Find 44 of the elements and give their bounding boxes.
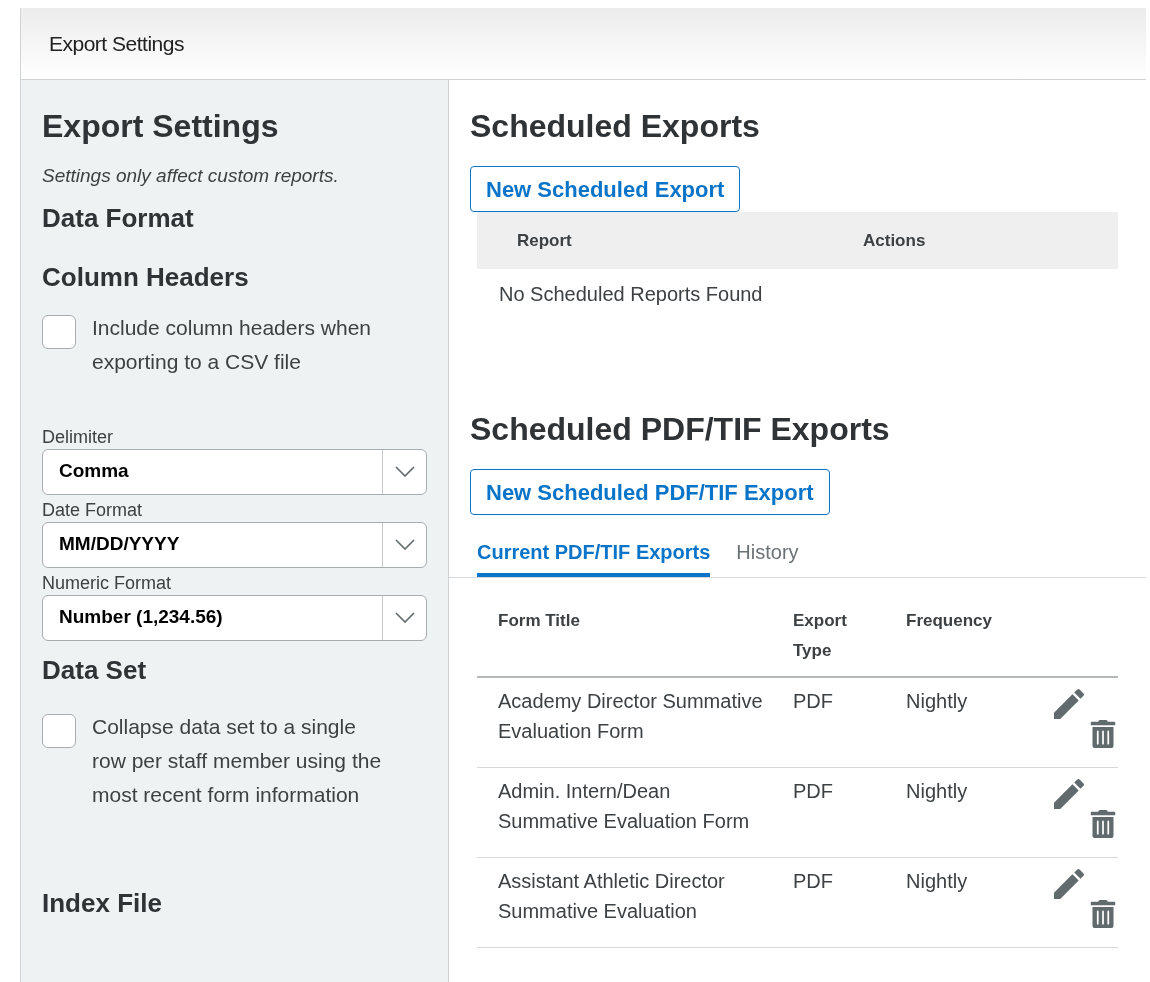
table-cell-text: Admin. Intern/Dean Summative Evaluation Form xyxy=(497,779,751,834)
table-cell-text: Academy Director Summative Evaluation Form xyxy=(497,689,764,744)
chevron-down-icon xyxy=(394,466,415,477)
section-heading: Column Headers xyxy=(42,260,250,294)
table-cell-text: Nightly xyxy=(906,869,969,894)
trash-icon[interactable] xyxy=(1089,720,1117,748)
column-header: Form Title xyxy=(497,610,581,632)
empty-message: No Scheduled Reports Found xyxy=(499,282,764,307)
field-label: Numeric Format xyxy=(42,571,172,595)
field-label: Delimiter xyxy=(42,425,114,449)
column-header: Actions xyxy=(863,229,926,252)
header-title: Export Settings xyxy=(49,30,184,57)
panel-title: Export Settings xyxy=(42,107,280,146)
section-title: Scheduled PDF/TIF Exports xyxy=(470,410,890,449)
select-field[interactable]: Number (1,234.56) xyxy=(42,594,427,641)
new-pdf-export-button[interactable]: New Scheduled PDF/TIF Export xyxy=(470,469,830,515)
field-label: Date Format xyxy=(42,498,144,522)
section-heading: Data Format xyxy=(42,201,195,235)
section-heading: Index File xyxy=(42,886,163,920)
section-heading: Data Set xyxy=(42,653,148,687)
settings-note: Settings only affect custom reports. xyxy=(42,164,340,188)
table-cell-text: PDF xyxy=(793,869,834,894)
section-title: Scheduled Exports xyxy=(470,107,760,146)
column-header: Frequency xyxy=(906,610,992,632)
chevron-down-icon xyxy=(394,612,415,623)
column-header: Export Type xyxy=(793,610,848,662)
checkbox-label: Include column headers when exporting to a CSV file xyxy=(92,314,372,375)
chevron-down-icon xyxy=(394,539,415,550)
trash-icon[interactable] xyxy=(1089,900,1117,928)
checkbox[interactable] xyxy=(42,314,76,349)
table-cell-text: Assistant Athletic Director Summative Evaluation xyxy=(497,869,726,924)
table-cell-text: Nightly xyxy=(906,689,969,714)
new-export-button[interactable]: New Scheduled Export xyxy=(470,166,741,212)
trash-icon[interactable] xyxy=(1089,810,1117,838)
select-field[interactable]: Comma xyxy=(42,448,427,495)
tab[interactable]: History xyxy=(736,531,799,577)
tab[interactable]: Current PDF/TIF Exports xyxy=(477,531,711,577)
checkbox[interactable] xyxy=(42,713,76,748)
table-cell-text: PDF xyxy=(793,779,834,804)
select-field[interactable]: MM/DD/YYYY xyxy=(42,521,427,568)
checkbox-label: Collapse data set to a single row per staff member using the most recent form information xyxy=(92,713,383,808)
table-cell-text: PDF xyxy=(793,689,834,714)
column-header: Report xyxy=(516,229,573,252)
table-cell-text: Nightly xyxy=(906,779,969,804)
